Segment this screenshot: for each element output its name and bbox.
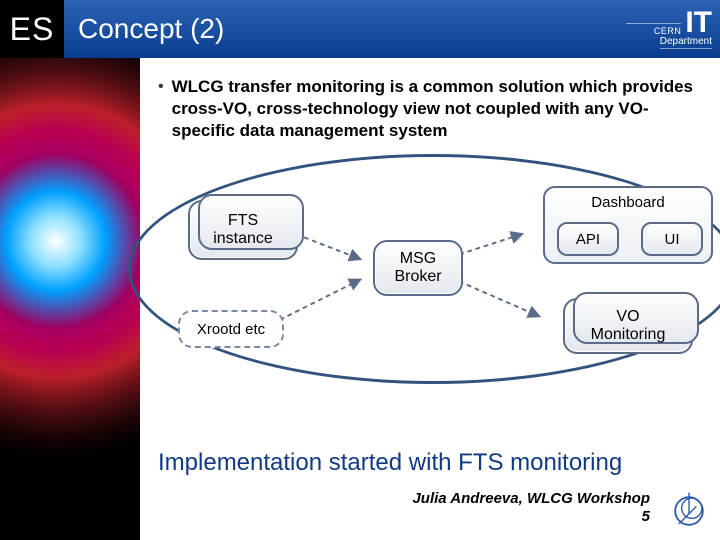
- implementation-text: Implementation started with FTS monitori…: [158, 448, 622, 478]
- node-msg-broker: MSG Broker: [373, 240, 463, 296]
- node-fts: FTS instance: [188, 200, 298, 260]
- bullet-marker: •: [158, 76, 164, 142]
- header-bar: ES Concept (2) CERN IT Department: [0, 0, 720, 58]
- address-url: www.cern.ch/it: [4, 523, 136, 534]
- diagram: FTS instance MSG Broker Xrootd etc Dashb…: [158, 162, 710, 392]
- node-dashboard: Dashboard API UI: [543, 186, 713, 264]
- address-line2: CH-1211 Geneva 23: [4, 501, 136, 512]
- brand-cern: CERN: [626, 23, 681, 36]
- bullet-row: • WLCG transfer monitoring is a common s…: [158, 76, 710, 142]
- slide: ES Concept (2) CERN IT Department • WLCG…: [0, 0, 720, 540]
- node-xrootd: Xrootd etc: [178, 310, 284, 348]
- node-api: API: [557, 222, 619, 256]
- address-line1: CERN IT Department: [4, 490, 136, 501]
- brand-it: IT: [685, 10, 712, 36]
- cern-it-logo: CERN IT Department: [592, 0, 712, 58]
- author-name: Julia Andreeva, WLCG Workshop: [412, 490, 650, 507]
- es-badge: ES: [0, 0, 64, 58]
- brand-department: Department: [660, 36, 712, 49]
- page-number: 5: [642, 508, 650, 525]
- content-area: • WLCG transfer monitoring is a common s…: [140, 58, 720, 540]
- node-ui: UI: [641, 222, 703, 256]
- footer-address: CERN IT Department CH-1211 Geneva 23 Swi…: [4, 490, 136, 534]
- address-line3: Switzerland: [4, 512, 136, 523]
- title-text: Concept (2): [78, 13, 224, 45]
- cern-logo-icon: [666, 488, 712, 534]
- sidebar-graphic: [0, 58, 140, 540]
- node-vo-monitoring: VO Monitoring: [563, 298, 693, 354]
- bullet-text: WLCG transfer monitoring is a common sol…: [172, 76, 710, 142]
- slide-title: Concept (2) CERN IT Department: [64, 0, 720, 58]
- dashboard-label: Dashboard: [591, 194, 664, 211]
- author-line: Julia Andreeva, WLCG Workshop 5: [412, 490, 650, 526]
